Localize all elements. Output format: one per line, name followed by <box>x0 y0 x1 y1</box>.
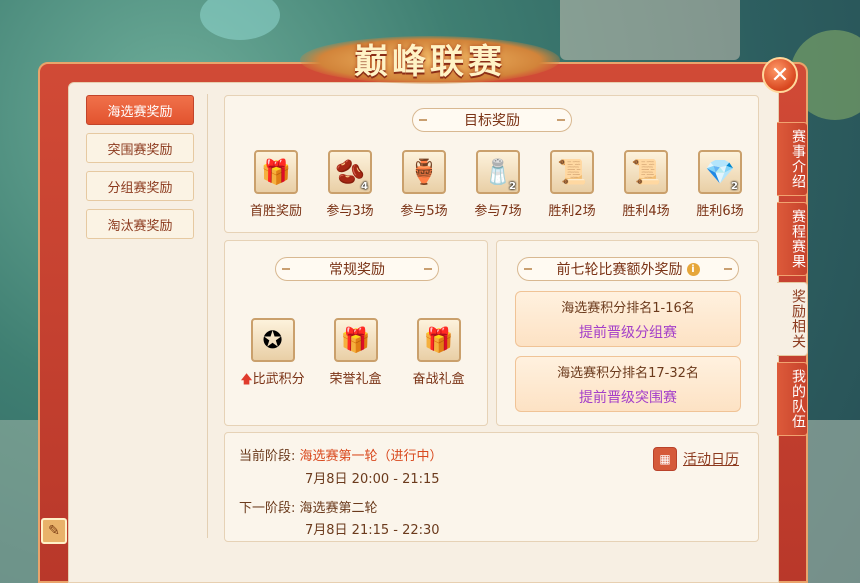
stage-info-section: 当前阶段: 海选赛第一轮（进行中） 7月8日 20:00 - 21:15 下一阶… <box>224 432 759 542</box>
section-title: 目标奖励 <box>412 108 572 132</box>
reward-label: 胜利4场 <box>622 204 670 219</box>
divider <box>207 94 208 538</box>
tab-rewards[interactable]: 奖励相关 <box>777 282 808 356</box>
crystal-icon: 💎 2 <box>698 150 742 194</box>
reward-item[interactable]: 🎁 荣誉礼盒 <box>326 318 385 391</box>
nav-item-knockout-rewards[interactable]: 淘汰赛奖励 <box>86 209 194 239</box>
tab-schedule-results[interactable]: 赛程赛果 <box>777 202 808 276</box>
current-stage-label: 当前阶段: <box>239 449 296 464</box>
icon-glyph: 🏺 <box>409 158 439 186</box>
next-stage: 下一阶段: 海选赛第二轮 <box>239 497 378 516</box>
target-rewards-list: 🎁 首胜奖励 🫘 4 参与3场 🏺 参与5场 🧂 2 参与7场 📜 胜利2场 📜… <box>239 150 757 219</box>
section-title-text: 前七轮比赛额外奖励 <box>556 262 683 278</box>
rank-range: 海选赛积分排名17-32名 <box>557 365 699 381</box>
current-stage: 当前阶段: 海选赛第一轮（进行中） <box>239 445 443 464</box>
current-stage-time: 7月8日 20:00 - 21:15 <box>305 472 440 487</box>
section-title: 前七轮比赛额外奖励 i <box>517 257 739 281</box>
icon-glyph: 🎁 <box>261 158 291 186</box>
medal-coin-icon: ✪ <box>250 318 295 362</box>
extra-rewards-section: 前七轮比赛额外奖励 i 海选赛积分排名1-16名 提前晋级分组赛 海选赛积分排名… <box>496 240 759 426</box>
item-count: 4 <box>361 181 368 192</box>
item-count: 2 <box>731 181 738 192</box>
rank-reward-card: 海选赛积分排名17-32名 提前晋级突围赛 <box>515 356 741 412</box>
golden-scroll-icon: 📜 <box>624 150 668 194</box>
nav-item-audition-rewards[interactable]: 海选赛奖励 <box>86 95 194 125</box>
icon-glyph: 🎁 <box>340 326 371 354</box>
icon-glyph: 📜 <box>557 158 587 186</box>
reward-label-text: 比武积分 <box>252 372 305 387</box>
tab-event-intro[interactable]: 赛事介绍 <box>777 122 808 196</box>
potion-vase-icon: 🏺 <box>402 150 446 194</box>
beans-icon: 🫘 4 <box>328 150 372 194</box>
normal-rewards-section: 常规奖励 ✪ 🡅比武积分 🎁 荣誉礼盒 🎁 奋战礼盒 <box>224 240 488 426</box>
battle-gift-icon: 🎁 <box>416 318 461 362</box>
reward-label: 参与5场 <box>400 204 448 219</box>
reward-item[interactable]: 🫘 4 参与3场 <box>313 150 387 219</box>
gift-box-icon: 🎁 <box>254 150 298 194</box>
calendar-icon: ▦ <box>653 447 677 471</box>
title-banner: 巅峰联赛 <box>300 28 560 88</box>
background-decoration <box>560 0 740 60</box>
reward-label: 胜利6场 <box>696 204 744 219</box>
honor-gift-icon: 🎁 <box>333 318 378 362</box>
close-button[interactable]: ✕ <box>762 57 798 93</box>
section-title: 常规奖励 <box>275 257 439 281</box>
icon-glyph: ✪ <box>262 326 283 354</box>
left-nav: 海选赛奖励 突围赛奖励 分组赛奖励 淘汰赛奖励 <box>86 95 194 247</box>
edit-button[interactable]: ✎ <box>41 518 67 544</box>
activity-calendar-button[interactable]: ▦ 活动日历 <box>653 445 739 473</box>
nav-item-breakout-rewards[interactable]: 突围赛奖励 <box>86 133 194 163</box>
reward-label: 首胜奖励 <box>249 204 302 219</box>
icon-glyph: 📜 <box>631 158 661 186</box>
background-decoration <box>200 0 280 40</box>
reward-label: 奋战礼盒 <box>412 372 465 387</box>
normal-rewards-list: ✪ 🡅比武积分 🎁 荣誉礼盒 🎁 奋战礼盒 <box>240 318 468 391</box>
reward-label: 胜利2场 <box>548 204 596 219</box>
target-rewards-section: 目标奖励 🎁 首胜奖励 🫘 4 参与3场 🏺 参与5场 🧂 2 参与7场 📜 胜… <box>224 95 759 233</box>
reward-item[interactable]: 🧂 2 参与7场 <box>461 150 535 219</box>
reward-item[interactable]: 📜 胜利2场 <box>535 150 609 219</box>
right-tabs: 赛事介绍 赛程赛果 奖励相关 我的队伍 <box>777 122 811 442</box>
reward-label: 荣誉礼盒 <box>329 372 382 387</box>
up-arrow-icon: 🡅 <box>240 372 253 386</box>
rank-reward-desc: 提前晋级分组赛 <box>579 324 677 341</box>
scroll-icon: 📜 <box>550 150 594 194</box>
next-stage-value: 海选赛第二轮 <box>299 501 378 516</box>
rank-reward-desc: 提前晋级突围赛 <box>579 389 677 406</box>
rank-range: 海选赛积分排名1-16名 <box>561 300 695 316</box>
item-count: 2 <box>509 181 516 192</box>
next-stage-time: 7月8日 21:15 - 22:30 <box>305 523 440 538</box>
window-title: 巅峰联赛 <box>354 41 506 82</box>
reward-item[interactable]: ✪ 🡅比武积分 <box>240 318 305 391</box>
edit-icon: ✎ <box>48 523 60 539</box>
reward-item[interactable]: 🏺 参与5场 <box>387 150 461 219</box>
tab-my-team[interactable]: 我的队伍 <box>777 362 808 436</box>
current-stage-value: 海选赛第一轮（进行中） <box>299 449 443 464</box>
reward-item[interactable]: 🎁 首胜奖励 <box>239 150 313 219</box>
next-stage-label: 下一阶段: <box>239 501 296 516</box>
reward-label: 🡅比武积分 <box>240 368 304 391</box>
nav-item-group-rewards[interactable]: 分组赛奖励 <box>86 171 194 201</box>
icon-glyph: 🎁 <box>423 326 454 354</box>
calendar-label: 活动日历 <box>683 452 739 468</box>
close-icon: ✕ <box>770 62 790 88</box>
salt-pile-icon: 🧂 2 <box>476 150 520 194</box>
reward-item[interactable]: 📜 胜利4场 <box>609 150 683 219</box>
reward-label: 参与3场 <box>326 204 374 219</box>
background-decoration <box>800 420 860 583</box>
reward-label: 参与7场 <box>474 204 522 219</box>
reward-item[interactable]: 🎁 奋战礼盒 <box>409 318 468 391</box>
rank-reward-card: 海选赛积分排名1-16名 提前晋级分组赛 <box>515 291 741 347</box>
reward-item[interactable]: 💎 2 胜利6场 <box>683 150 757 219</box>
info-icon[interactable]: i <box>686 262 700 276</box>
